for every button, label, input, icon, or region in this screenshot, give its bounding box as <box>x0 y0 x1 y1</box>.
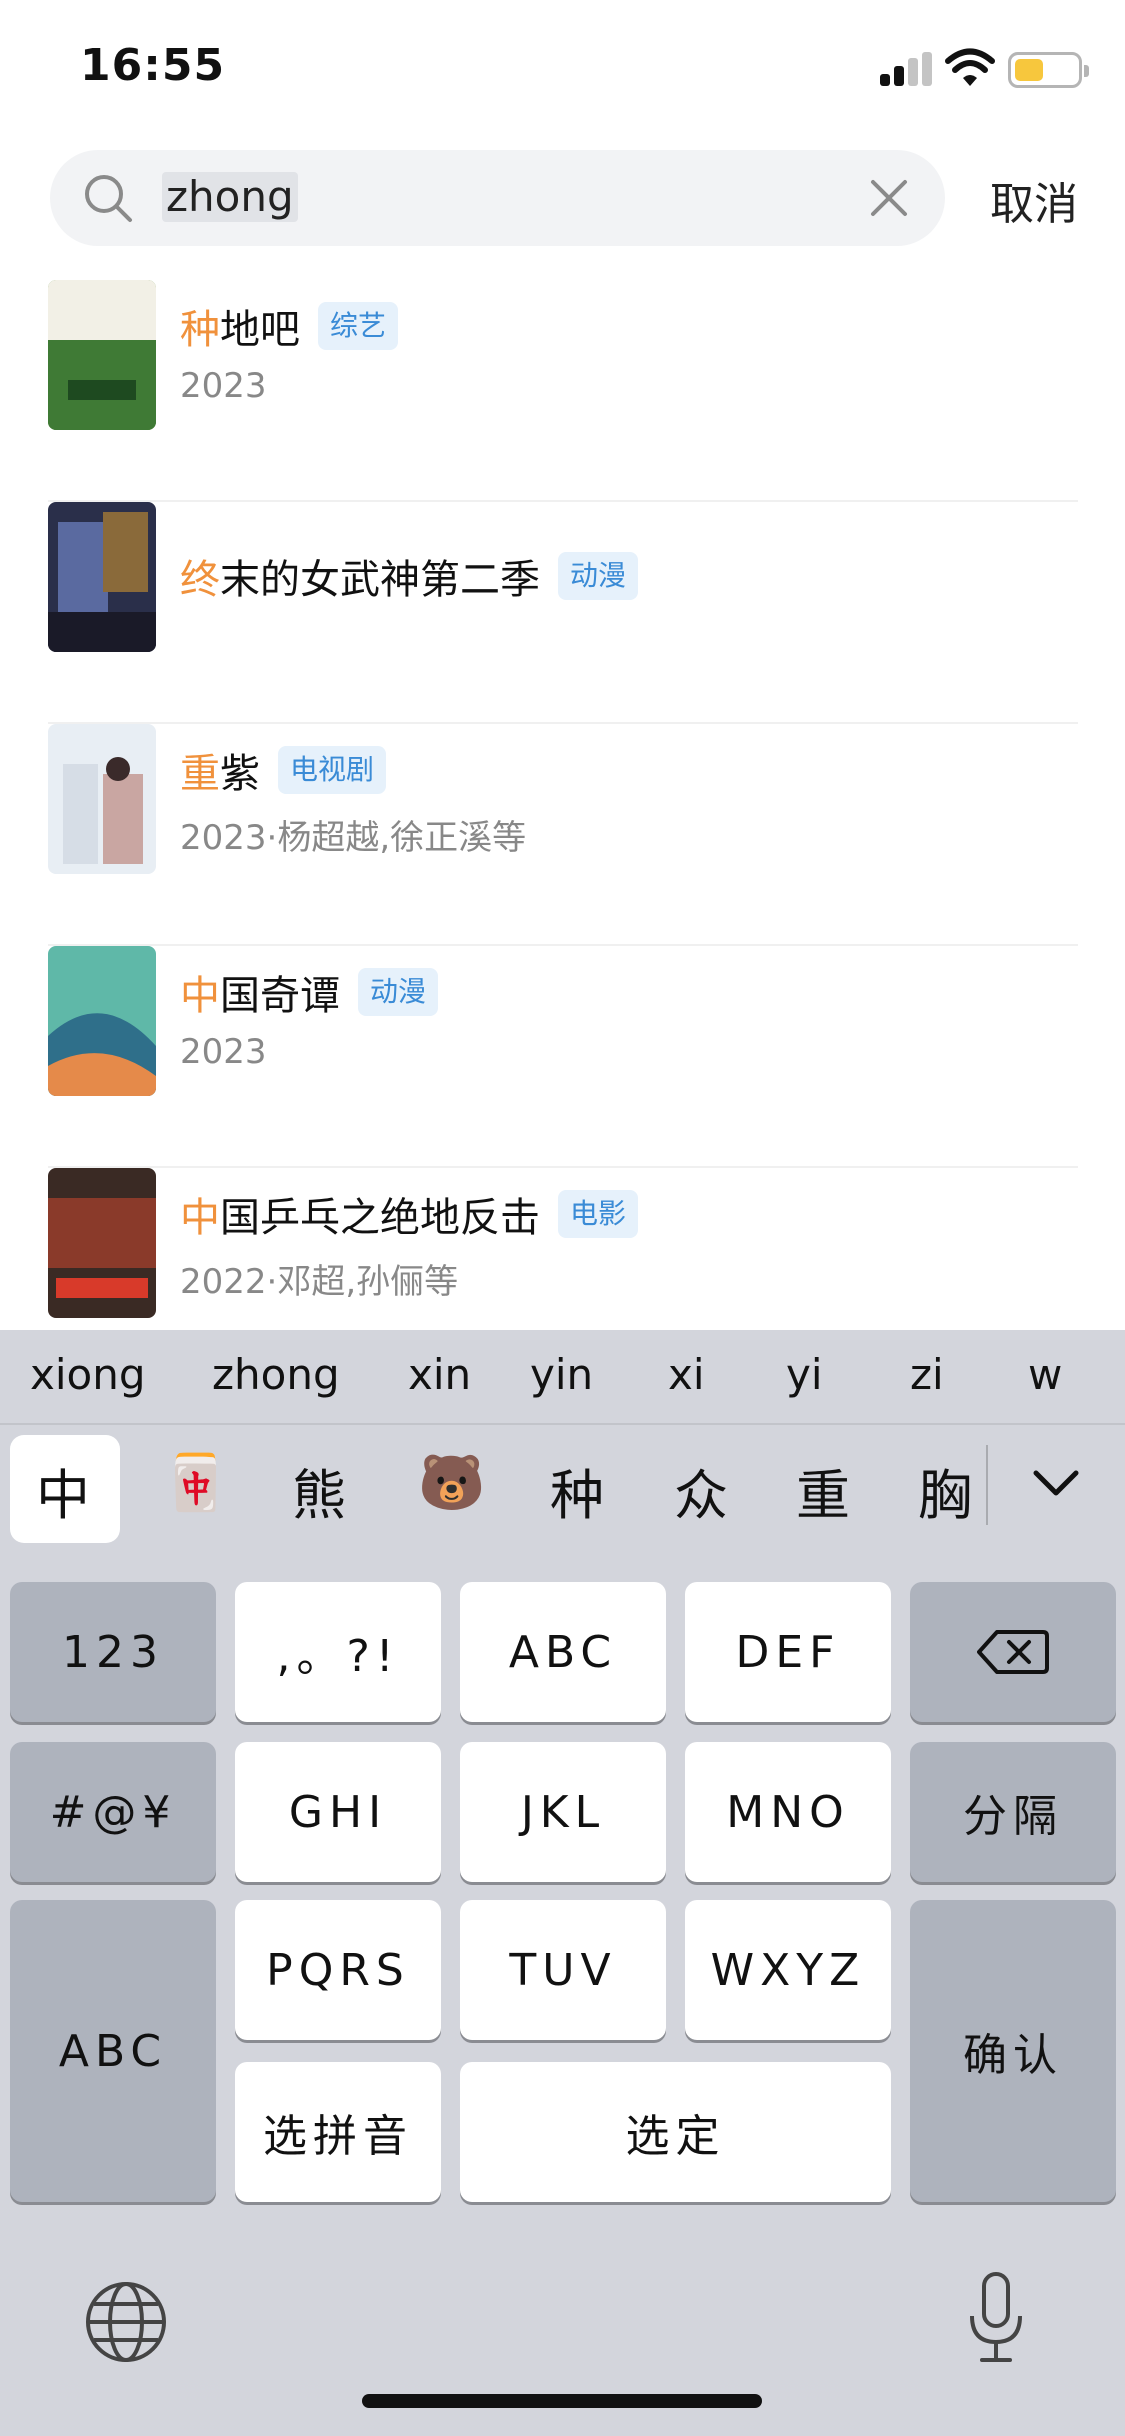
pinyin-option[interactable]: yin <box>530 1350 593 1399</box>
select-key[interactable]: 选定 <box>460 2062 891 2202</box>
battery-icon <box>1008 52 1089 88</box>
punctuation-key[interactable]: ,。?! <box>235 1582 441 1722</box>
result-subtitle: 2023 <box>180 366 267 406</box>
result-subtitle: 2023 <box>180 1032 267 1072</box>
status-time: 16:55 <box>80 40 226 91</box>
pinyin-option[interactable]: xi <box>668 1350 705 1399</box>
keyboard: xiong zhong xin yin xi yi zi w 中 🀄 熊 🐻 种… <box>0 1330 1125 2436</box>
result-subtitle: 2023·杨超越,徐正溪等 <box>180 818 527 858</box>
candidate-char[interactable]: 众 <box>674 1451 728 1530</box>
result-title-highlight: 重 <box>180 751 220 797</box>
result-subtitle: 2022·邓超,孙俪等 <box>180 1262 459 1302</box>
result-title: 紫 <box>220 751 260 797</box>
candidate-char[interactable]: 种 <box>550 1451 604 1530</box>
candidate-bar: 中 🀄 熊 🐻 种 众 重 胸 <box>0 1427 1125 1552</box>
candidate-char[interactable]: 🐻 <box>418 1451 485 1515</box>
pinyin-option[interactable]: zi <box>910 1350 944 1399</box>
abc-mode-key[interactable]: ABC <box>10 1900 216 2202</box>
candidate-char[interactable]: 重 <box>796 1451 850 1530</box>
status-bar: 16:55 <box>0 0 1125 140</box>
category-tag: 电视剧 <box>278 746 387 794</box>
pqrs-key[interactable]: PQRS <box>235 1900 441 2040</box>
poster-thumbnail <box>48 724 156 874</box>
cellular-signal-icon <box>880 52 932 86</box>
pinyin-suggestion-bar: xiong zhong xin yin xi yi zi w <box>0 1330 1125 1425</box>
category-tag: 动漫 <box>358 968 439 1016</box>
pinyin-option[interactable]: yi <box>786 1350 823 1399</box>
list-item[interactable]: 种 地吧 综艺 2023 <box>48 280 1078 502</box>
poster-thumbnail <box>48 502 156 652</box>
cancel-button[interactable]: 取消 <box>990 168 1078 232</box>
list-item[interactable]: 终 末的女武神第二季 动漫 <box>48 502 1078 724</box>
search-input[interactable]: zhong <box>162 172 298 222</box>
candidate-char[interactable]: 中 <box>36 1451 90 1530</box>
result-title-highlight: 种 <box>180 307 220 353</box>
candidate-char[interactable]: 胸 <box>918 1451 972 1530</box>
pinyin-option[interactable]: xiong <box>30 1350 146 1399</box>
result-title-highlight: 中 <box>180 973 220 1019</box>
list-item[interactable]: 重 紫 电视剧 2023·杨超越,徐正溪等 <box>48 724 1078 946</box>
numbers-key[interactable]: 123 <box>10 1582 216 1722</box>
divider <box>986 1445 988 1525</box>
backspace-icon <box>977 1630 1049 1674</box>
result-title: 国奇谭 <box>220 973 340 1019</box>
select-pinyin-key[interactable]: 选拼音 <box>235 2062 441 2202</box>
mno-key[interactable]: MNO <box>685 1742 891 1882</box>
chevron-down-icon[interactable] <box>1030 1465 1082 1501</box>
symbols-key[interactable]: #@¥ <box>10 1742 216 1882</box>
list-item[interactable]: 中 国乒乓之绝地反击 电影 2022·邓超,孙俪等 <box>48 1168 1078 1330</box>
tuv-key[interactable]: TUV <box>460 1900 666 2040</box>
microphone-icon[interactable] <box>966 2270 1026 2366</box>
backspace-key[interactable] <box>910 1582 1116 1722</box>
category-tag: 电影 <box>558 1190 639 1238</box>
confirm-key[interactable]: 确认 <box>910 1900 1116 2202</box>
home-indicator <box>362 2394 762 2408</box>
close-icon[interactable] <box>867 176 911 220</box>
category-tag: 动漫 <box>558 552 639 600</box>
poster-thumbnail <box>48 946 156 1096</box>
category-tag: 综艺 <box>318 302 399 350</box>
def-key[interactable]: DEF <box>685 1582 891 1722</box>
pinyin-option[interactable]: w <box>1028 1350 1062 1399</box>
search-results: 种 地吧 综艺 2023 终 末的女武神第二季 动漫 重 紫 电视剧 2023·… <box>0 280 1125 1330</box>
globe-icon[interactable] <box>84 2280 168 2364</box>
result-title: 国乒乓之绝地反击 <box>220 1195 540 1241</box>
wxyz-key[interactable]: WXYZ <box>685 1900 891 2040</box>
poster-thumbnail <box>48 1168 156 1318</box>
result-title: 末的女武神第二季 <box>220 557 540 603</box>
search-icon <box>85 175 132 222</box>
pinyin-option[interactable]: zhong <box>212 1350 340 1399</box>
wifi-icon <box>945 48 995 86</box>
result-title-highlight: 中 <box>180 1195 220 1241</box>
list-item[interactable]: 中 国奇谭 动漫 2023 <box>48 946 1078 1168</box>
separator-key[interactable]: 分隔 <box>910 1742 1116 1882</box>
result-title: 地吧 <box>220 307 300 353</box>
jkl-key[interactable]: JKL <box>460 1742 666 1882</box>
candidate-char[interactable]: 熊 <box>292 1451 346 1530</box>
abc-key[interactable]: ABC <box>460 1582 666 1722</box>
search-bar[interactable]: zhong <box>50 150 945 246</box>
candidate-char[interactable]: 🀄 <box>162 1451 229 1515</box>
ghi-key[interactable]: GHI <box>235 1742 441 1882</box>
result-title-highlight: 终 <box>180 557 220 603</box>
pinyin-option[interactable]: xin <box>408 1350 471 1399</box>
poster-thumbnail <box>48 280 156 430</box>
